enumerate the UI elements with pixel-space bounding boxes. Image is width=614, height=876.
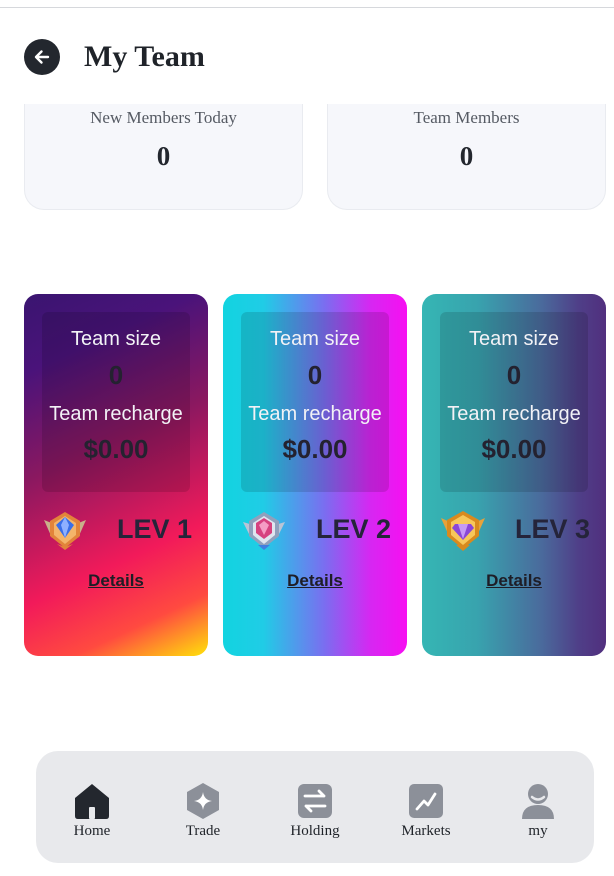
arrow-left-icon: [34, 50, 50, 64]
stat-label: New Members Today: [90, 108, 237, 127]
bottom-nav: Home Trade Holding Markets my: [36, 751, 594, 863]
markets-icon: [409, 784, 443, 818]
level-card-1: Team size 0 Team recharge $0.00 LEV 1 De…: [24, 294, 208, 656]
details-link[interactable]: Details: [24, 571, 208, 591]
team-members-card: Team Members 0: [327, 104, 606, 210]
level-row: LEV 1: [40, 508, 200, 552]
team-recharge-label: Team recharge: [248, 403, 382, 425]
level-label: LEV 1: [116, 514, 192, 544]
team-size-value: 0: [307, 360, 323, 390]
holding-icon: [298, 784, 332, 818]
team-recharge-value: $0.00: [282, 434, 348, 464]
team-size-label: Team size: [70, 328, 162, 350]
level-row: LEV 2: [239, 508, 399, 552]
nav-label: Markets: [401, 823, 451, 839]
team-recharge-label: Team recharge: [49, 403, 183, 425]
nav-item-trade[interactable]: Trade: [158, 781, 248, 840]
page-title: My Team: [84, 40, 205, 73]
nav-item-holding[interactable]: Holding: [270, 781, 360, 840]
trade-icon: [187, 783, 219, 819]
stat-value: 0: [459, 141, 474, 171]
purple-gem-badge-icon: [441, 511, 485, 551]
home-icon: [75, 784, 109, 819]
level-card-2: Team size 0 Team recharge $0.00 LEV 2 De…: [223, 294, 407, 656]
team-recharge-value: $0.00: [481, 434, 547, 464]
blue-gem-badge-icon: [44, 512, 86, 550]
team-size-label: Team size: [468, 328, 560, 350]
details-link[interactable]: Details: [422, 571, 606, 591]
header: My Team: [0, 8, 614, 104]
nav-item-home[interactable]: Home: [47, 781, 137, 840]
nav-label: Holding: [290, 823, 340, 839]
profile-icon: [522, 784, 554, 819]
team-recharge-value: $0.00: [83, 434, 149, 464]
pink-gem-badge-icon: [243, 512, 285, 550]
level-stats-box: Team size 0 Team recharge $0.00: [440, 312, 588, 492]
new-members-card: New Members Today 0: [24, 104, 303, 210]
back-button[interactable]: [24, 39, 60, 75]
level-row: LEV 3: [438, 508, 598, 552]
nav-item-markets[interactable]: Markets: [381, 781, 471, 840]
nav-item-my[interactable]: my: [493, 781, 583, 840]
team-size-label: Team size: [269, 328, 361, 350]
level-stats-box: Team size 0 Team recharge $0.00: [42, 312, 190, 492]
level-label: LEV 2: [315, 514, 391, 544]
stat-value: 0: [156, 141, 171, 171]
level-card-3: Team size 0 Team recharge $0.00 LEV 3 De…: [422, 294, 606, 656]
nav-label: Home: [73, 823, 111, 839]
nav-label: my: [528, 823, 548, 839]
details-link[interactable]: Details: [223, 571, 407, 591]
nav-label: Trade: [185, 823, 221, 839]
team-size-value: 0: [506, 360, 522, 390]
stat-label: Team Members: [413, 108, 520, 127]
team-size-value: 0: [108, 360, 124, 390]
level-label: LEV 3: [514, 514, 590, 544]
level-stats-box: Team size 0 Team recharge $0.00: [241, 312, 389, 492]
team-recharge-label: Team recharge: [447, 403, 581, 425]
